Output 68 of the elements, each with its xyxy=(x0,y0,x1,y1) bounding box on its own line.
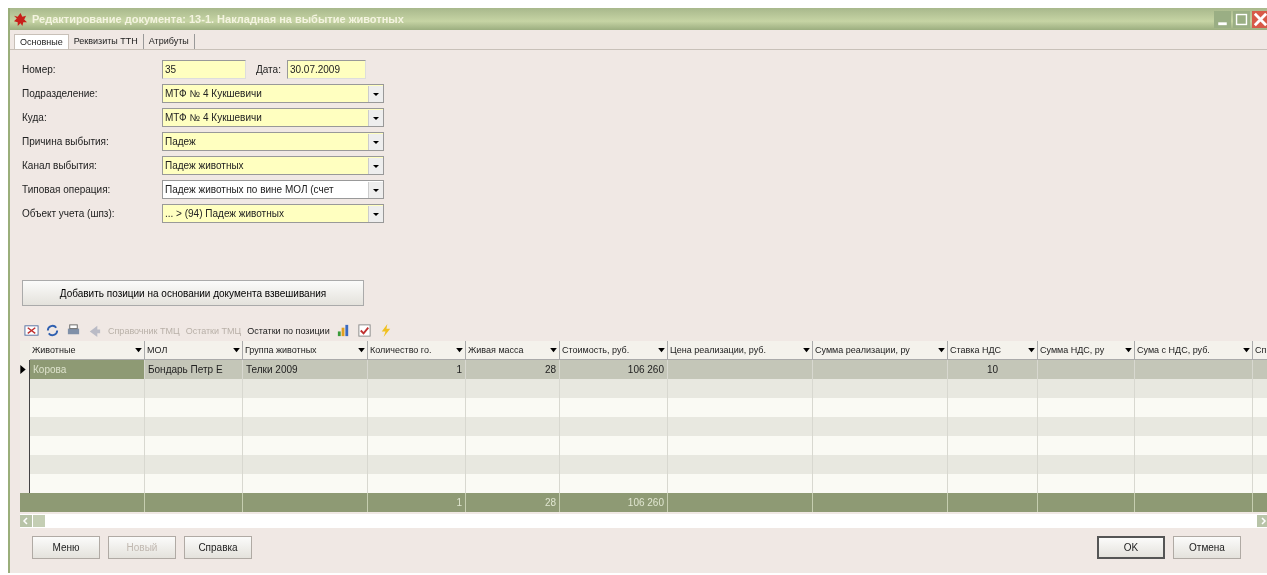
column-header[interactable]: Стоимость, руб. xyxy=(560,341,668,360)
field-label: Объект учета (шпз): xyxy=(22,208,116,219)
total-cell xyxy=(20,493,30,512)
filter-arrow-icon xyxy=(1125,347,1132,353)
add-positions-button[interactable]: Добавить позиции на основании документа взвешивания xyxy=(22,280,364,306)
field-label: Причина выбытия: xyxy=(22,136,110,147)
column-header[interactable]: Живая масса xyxy=(466,341,560,360)
row-pointer-icon xyxy=(20,365,26,374)
bar-chart-icon[interactable] xyxy=(335,323,351,338)
dropdown-field[interactable]: МТФ № 4 Кукшевичи xyxy=(162,108,384,127)
column-header[interactable]: Сума с НДС, руб. xyxy=(1135,341,1253,360)
filter-arrow-icon xyxy=(135,347,142,353)
column-header[interactable]: Количество го. xyxy=(368,341,466,360)
dialog-button[interactable]: OK xyxy=(1097,536,1165,559)
checkbox-icon[interactable] xyxy=(356,323,372,338)
dropdown-field[interactable]: МТФ № 4 Кукшевичи xyxy=(162,84,384,103)
table-cell: Телки 2009 xyxy=(243,360,368,379)
field-label: Канал выбытия: xyxy=(22,160,98,171)
dialog-button[interactable]: Отмена xyxy=(1173,536,1241,559)
field-label: Куда: xyxy=(22,112,48,123)
number-field[interactable]: 35 xyxy=(162,60,246,79)
delete-grid-icon[interactable] xyxy=(24,323,39,338)
app-icon xyxy=(14,12,27,26)
column-header[interactable]: Животные xyxy=(30,341,145,360)
filter-arrow-icon xyxy=(358,347,365,353)
dropdown-field[interactable]: ... > (94) Падеж животных xyxy=(162,204,384,223)
table-cell: 28 xyxy=(466,360,560,379)
field-label: Дата: xyxy=(256,64,281,75)
column-header[interactable]: Сп xyxy=(1253,341,1267,360)
scroll-thumb[interactable] xyxy=(33,515,45,527)
dropdown-field[interactable]: Падеж xyxy=(162,132,384,151)
field-label: Типовая операция: xyxy=(22,184,112,195)
field-label: Номер: xyxy=(22,64,57,75)
column-header[interactable]: МОЛ xyxy=(145,341,243,360)
row-indicator[interactable] xyxy=(20,474,30,493)
close-button[interactable] xyxy=(1252,10,1267,28)
total-cell: 1 xyxy=(368,493,466,512)
dialog-button[interactable]: Меню xyxy=(32,536,100,559)
column-header[interactable]: Ставка НДС xyxy=(948,341,1038,360)
dropdown-field[interactable]: Падеж животных xyxy=(162,156,384,175)
date-field[interactable]: 30.07.2009 xyxy=(286,60,366,79)
table-cell: 10 xyxy=(948,360,1038,379)
header-corner xyxy=(20,341,30,360)
tab[interactable]: Основные xyxy=(14,34,69,49)
filter-arrow-icon xyxy=(938,347,945,353)
table-cell: 1 xyxy=(368,360,466,379)
column-header[interactable]: Сумма НДС, ру xyxy=(1038,341,1135,360)
table-cell: Бондарь Петр Е xyxy=(145,360,243,379)
table-cell: Корова xyxy=(30,360,145,379)
total-cell: 28 xyxy=(466,493,560,512)
dialog-button[interactable]: Справка xyxy=(184,536,252,559)
filter-arrow-icon xyxy=(803,347,810,353)
column-header[interactable]: Цена реализации, руб. xyxy=(668,341,813,360)
filter-arrow-icon xyxy=(658,347,665,353)
filter-arrow-icon xyxy=(1243,347,1250,353)
window-title: Редактирование документа: 13-1. Накладная на выбытие животных xyxy=(32,13,405,25)
filter-arrow-icon xyxy=(456,347,463,353)
dropdown-field[interactable]: Падеж животных по вине МОЛ (счет xyxy=(162,180,384,199)
refresh-icon[interactable] xyxy=(45,323,60,338)
field-label: Подразделение: xyxy=(22,88,99,99)
column-header[interactable]: Сумма реализации, ру xyxy=(813,341,948,360)
filter-arrow-icon xyxy=(1028,347,1035,353)
column-header[interactable]: Группа животных xyxy=(243,341,368,360)
toolbar-button[interactable]: Остатки по позиции xyxy=(247,325,330,336)
filter-arrow-icon xyxy=(233,347,240,353)
table-cell: 106 260 xyxy=(560,360,668,379)
filter-arrow-icon xyxy=(550,347,557,353)
total-cell: 106 260 xyxy=(560,493,668,512)
